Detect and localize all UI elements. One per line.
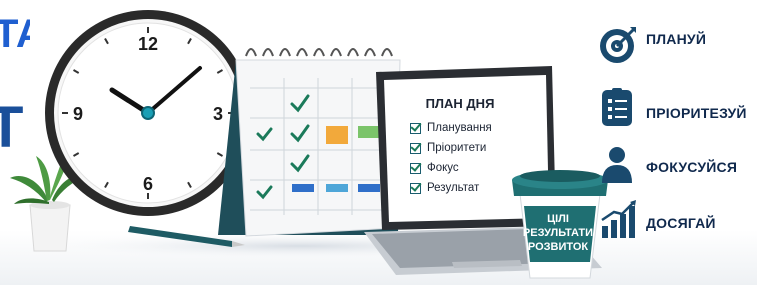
wall-clock: 12 3 6 9 — [45, 10, 251, 216]
action-item-plan: ПЛАНУЙ — [646, 31, 706, 47]
illustration: 12 3 6 9 — [0, 10, 757, 285]
plan-item: Фокус — [410, 158, 530, 178]
plan-item-label: Пріоритети — [427, 142, 487, 154]
cup-line-goals: ЦІЛІ — [547, 213, 569, 225]
checklist-icon — [602, 88, 632, 126]
action-label: ФОКУСУЙСЯ — [646, 159, 738, 175]
action-item-focus: ФОКУСУЙСЯ — [646, 159, 737, 175]
banner-scene: ТА Т — [0, 0, 757, 285]
plan-title: ПЛАН ДНЯ — [425, 96, 495, 111]
person-icon — [602, 147, 632, 183]
clock-number-12: 12 — [138, 34, 158, 54]
checkbox-icon — [410, 122, 421, 134]
desk-calendar — [218, 48, 401, 237]
action-label: ДОСЯГАЙ — [646, 215, 716, 231]
plan-item: Результат — [410, 178, 530, 198]
action-label: ПЛАНУЙ — [646, 31, 707, 47]
cup-line-results: РЕЗУЛЬТАТИ — [522, 227, 594, 239]
checkbox-icon — [410, 162, 421, 174]
cup-label: ЦІЛІ РЕЗУЛЬТАТИ РОЗВИТОК — [519, 212, 597, 254]
target-icon — [600, 27, 636, 63]
action-item-achieve: ДОСЯГАЙ — [646, 215, 716, 231]
plan-item: Планування — [410, 118, 530, 138]
plan-item-label: Результат — [427, 182, 480, 194]
checkbox-icon — [410, 182, 421, 194]
cup-line-growth: РОЗВИТОК — [527, 241, 589, 253]
checkbox-icon — [410, 142, 421, 154]
plan-item: Пріоритети — [410, 138, 530, 158]
plan-checklist: Планування Пріоритети Фокус Результат — [410, 118, 530, 198]
action-item-prioritize: ПРІОРИТЕЗУЙ — [646, 105, 747, 121]
clock-number-3: 3 — [213, 104, 223, 124]
plan-item-label: Планування — [427, 122, 492, 134]
plan-item-label: Фокус — [427, 162, 459, 174]
clock-number-9: 9 — [73, 104, 83, 124]
clock-number-6: 6 — [143, 174, 153, 194]
action-label: ПРІОРИТЕЗУЙ — [646, 105, 747, 121]
